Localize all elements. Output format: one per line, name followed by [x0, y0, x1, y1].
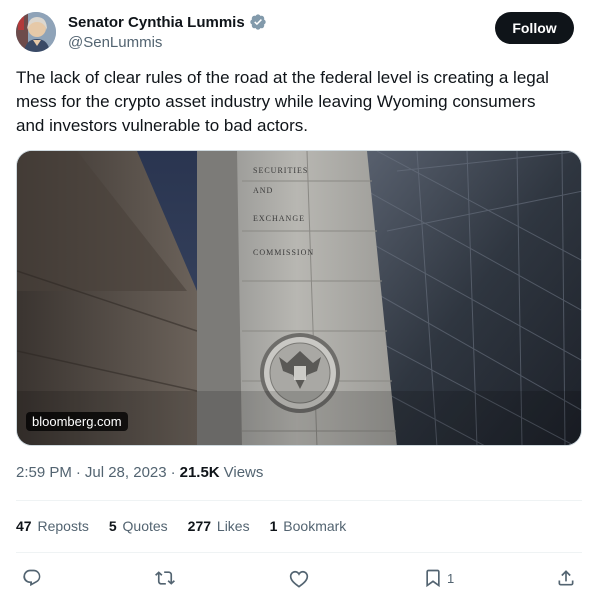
tweet-time[interactable]: 2:59 PM [16, 464, 72, 481]
quotes-count: 5 [108, 518, 117, 534]
follow-button[interactable]: Follow [495, 12, 574, 44]
reply-icon [23, 569, 41, 587]
like-button[interactable] [289, 564, 309, 592]
views-count: 21.5K [179, 464, 220, 481]
like-icon [289, 570, 309, 588]
quotes-stat[interactable]: 5 Quotes [109, 518, 168, 534]
divider [16, 500, 582, 501]
share-icon [558, 570, 574, 586]
repost-button[interactable] [155, 564, 175, 592]
tweet-date[interactable]: Jul 28, 2023 [85, 464, 167, 481]
avatar[interactable] [16, 12, 56, 52]
reply-button[interactable] [22, 564, 42, 592]
tweet-text: The lack of clear rules of the road at t… [16, 66, 576, 138]
likes-label: Likes [216, 518, 250, 534]
building-text-exchange: EXCHANGE [253, 214, 305, 223]
divider [16, 552, 582, 553]
tweet-stats: 47 Reposts 5 Quotes 277 Likes 1 Bookmark [16, 518, 366, 534]
bookmark-count: 1 [447, 570, 455, 586]
media-source-label[interactable]: bloomberg.com [26, 412, 128, 431]
author-display-name[interactable]: Senator Cynthia Lummis [68, 14, 245, 31]
tweet-meta: 2:59 PM · Jul 28, 2023 · 21.5K Views [16, 464, 263, 481]
likes-count: 277 [187, 518, 212, 534]
bookmarks-label: Bookmark [283, 518, 347, 534]
views-label: Views [223, 464, 264, 481]
building-text-and: AND [253, 186, 273, 195]
likes-stat[interactable]: 277 Likes [188, 518, 250, 534]
avatar-image [16, 12, 56, 52]
sec-building-photo: SECURITIES AND EXCHANGE COMMISSION [17, 151, 581, 445]
meta-separator: · [75, 464, 81, 481]
verified-badge-icon [250, 14, 266, 30]
author-name-row[interactable]: Senator Cynthia Lummis [68, 13, 267, 31]
share-button[interactable] [556, 564, 576, 592]
reposts-count: 47 [16, 518, 32, 534]
action-bar: 1 [0, 564, 598, 592]
bookmark-icon [426, 569, 440, 588]
tweet-text-line: The lack of clear rules of the road at t… [16, 68, 549, 87]
tweet-media-image[interactable]: SECURITIES AND EXCHANGE COMMISSION [16, 150, 582, 446]
tweet-text-line: and investors vulnerable to bad actors. [16, 116, 309, 135]
repost-icon [155, 571, 175, 585]
meta-separator: · [170, 464, 176, 481]
quotes-label: Quotes [122, 518, 168, 534]
bookmarks-stat[interactable]: 1 Bookmark [270, 518, 347, 534]
bookmarks-count: 1 [269, 518, 278, 534]
building-text-commission: COMMISSION [253, 248, 314, 257]
bookmark-button[interactable]: 1 [423, 564, 454, 592]
building-text-securities: SECURITIES [253, 166, 308, 175]
author-handle[interactable]: @SenLummis [68, 34, 162, 51]
reposts-label: Reposts [37, 518, 89, 534]
tweet-text-line: mess for the crypto asset industry while… [16, 92, 536, 111]
reposts-stat[interactable]: 47 Reposts [16, 518, 89, 534]
